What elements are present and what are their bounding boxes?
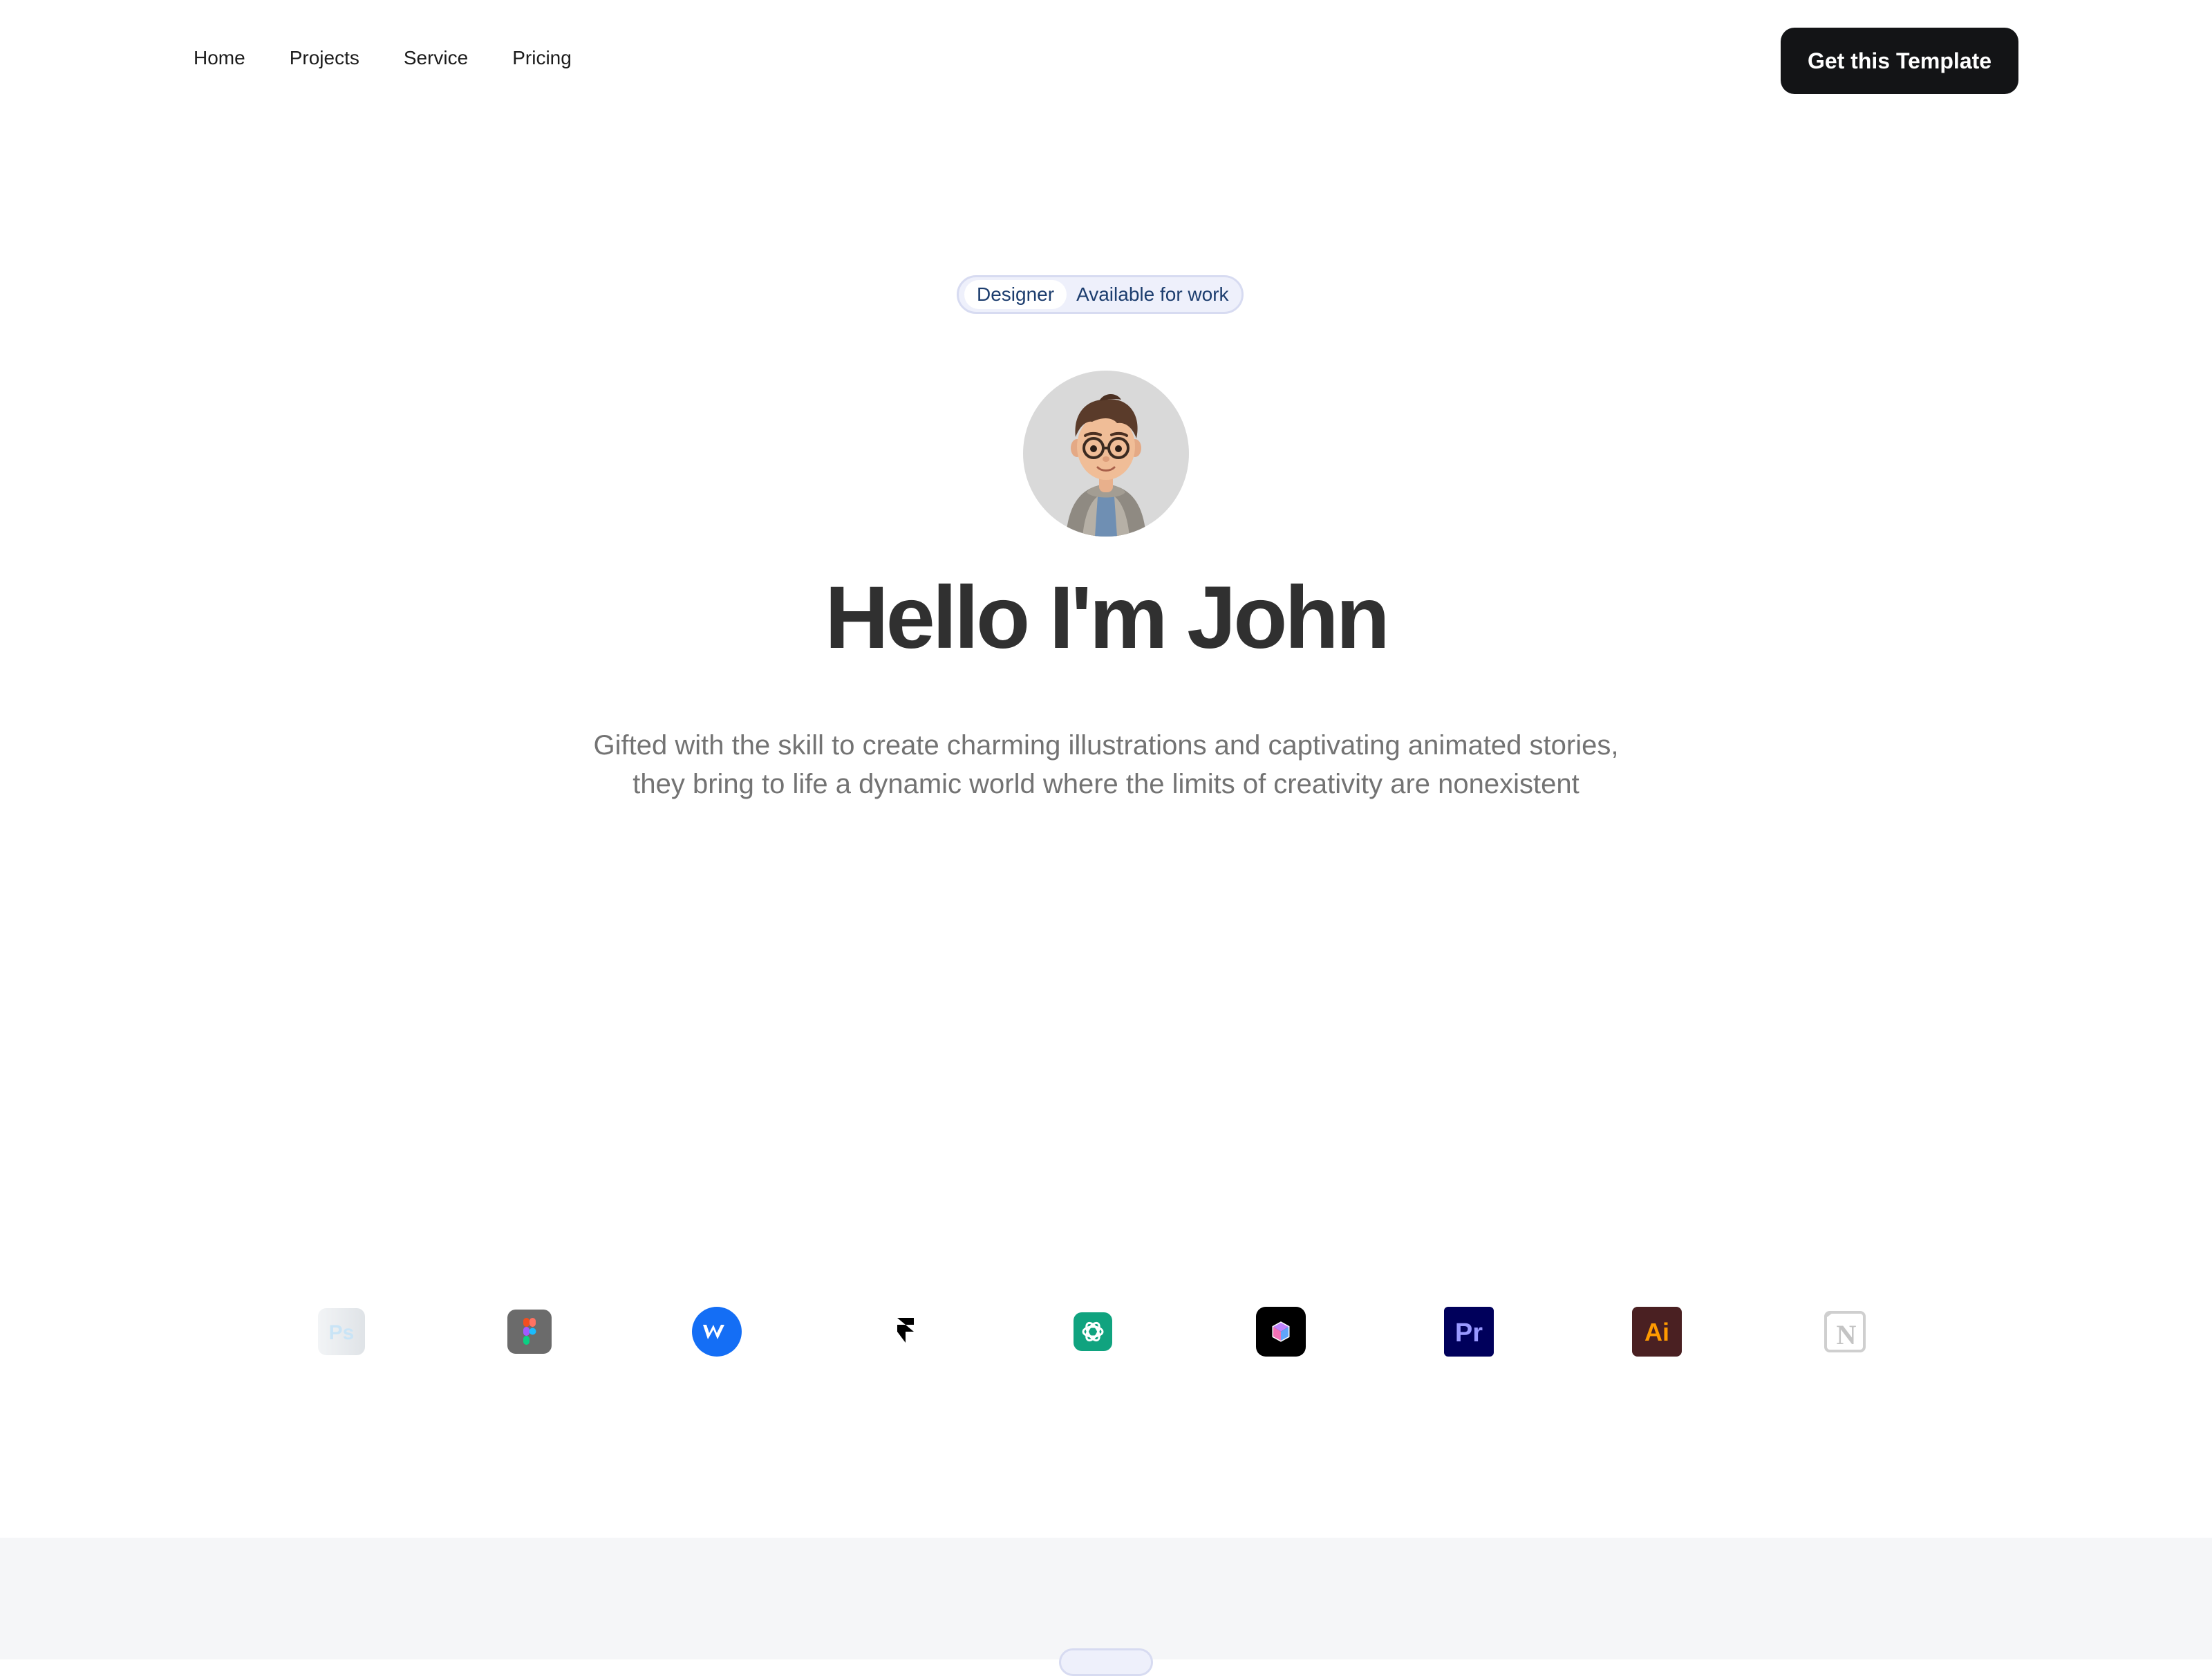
tool-notion[interactable]: N [1819,1305,1871,1358]
chatgpt-icon [1074,1312,1112,1351]
tool-chatgpt[interactable] [1067,1305,1119,1358]
tool-framer[interactable] [879,1305,932,1358]
avatar [1023,371,1189,537]
tool-figma[interactable] [503,1305,556,1358]
illustrator-icon: Ai [1632,1307,1682,1357]
figma-icon [507,1310,552,1354]
tool-photoshop[interactable]: Ps [315,1305,368,1358]
page: Home Projects Service Pricing Get this T… [0,0,2212,1676]
tool-premiere-pro[interactable]: Pr [1443,1305,1495,1358]
get-template-button[interactable]: Get this Template [1781,28,2018,94]
photoshop-icon: Ps [318,1308,365,1355]
availability-status: Available for work [1076,283,1229,305]
svg-text:Ai: Ai [1644,1318,1669,1346]
page-title: Hello I'm John [825,568,1390,667]
svg-text:Ps: Ps [329,1321,355,1344]
avatar-3d-character-icon [1066,394,1146,537]
premiere-pro-icon: Pr [1444,1307,1494,1357]
svg-text:N: N [1837,1319,1857,1350]
tool-spline[interactable] [1255,1305,1307,1358]
next-section [0,1538,2212,1676]
tools-row: Ps Pr Ai N [0,1305,2212,1358]
nav-link-home[interactable]: Home [194,47,245,69]
availability-badge: Designer Available for work [957,275,1244,314]
top-navigation: Home Projects Service Pricing Get this T… [0,0,2212,124]
spline-icon [1256,1307,1306,1357]
svg-text:Pr: Pr [1455,1319,1483,1348]
nav-link-service[interactable]: Service [404,47,468,69]
nav-link-pricing[interactable]: Pricing [512,47,572,69]
tool-illustrator[interactable]: Ai [1631,1305,1683,1358]
notion-icon: N [1824,1311,1866,1352]
role-chip: Designer [964,280,1067,309]
tool-webflow[interactable] [691,1305,743,1358]
nav-links: Home Projects Service Pricing [194,47,572,69]
framer-icon [897,1318,914,1343]
nav-link-projects[interactable]: Projects [290,47,359,69]
webflow-icon [692,1307,742,1357]
section-badge [1059,1648,1153,1676]
hero-subtitle: Gifted with the skill to create charming… [593,730,1619,799]
